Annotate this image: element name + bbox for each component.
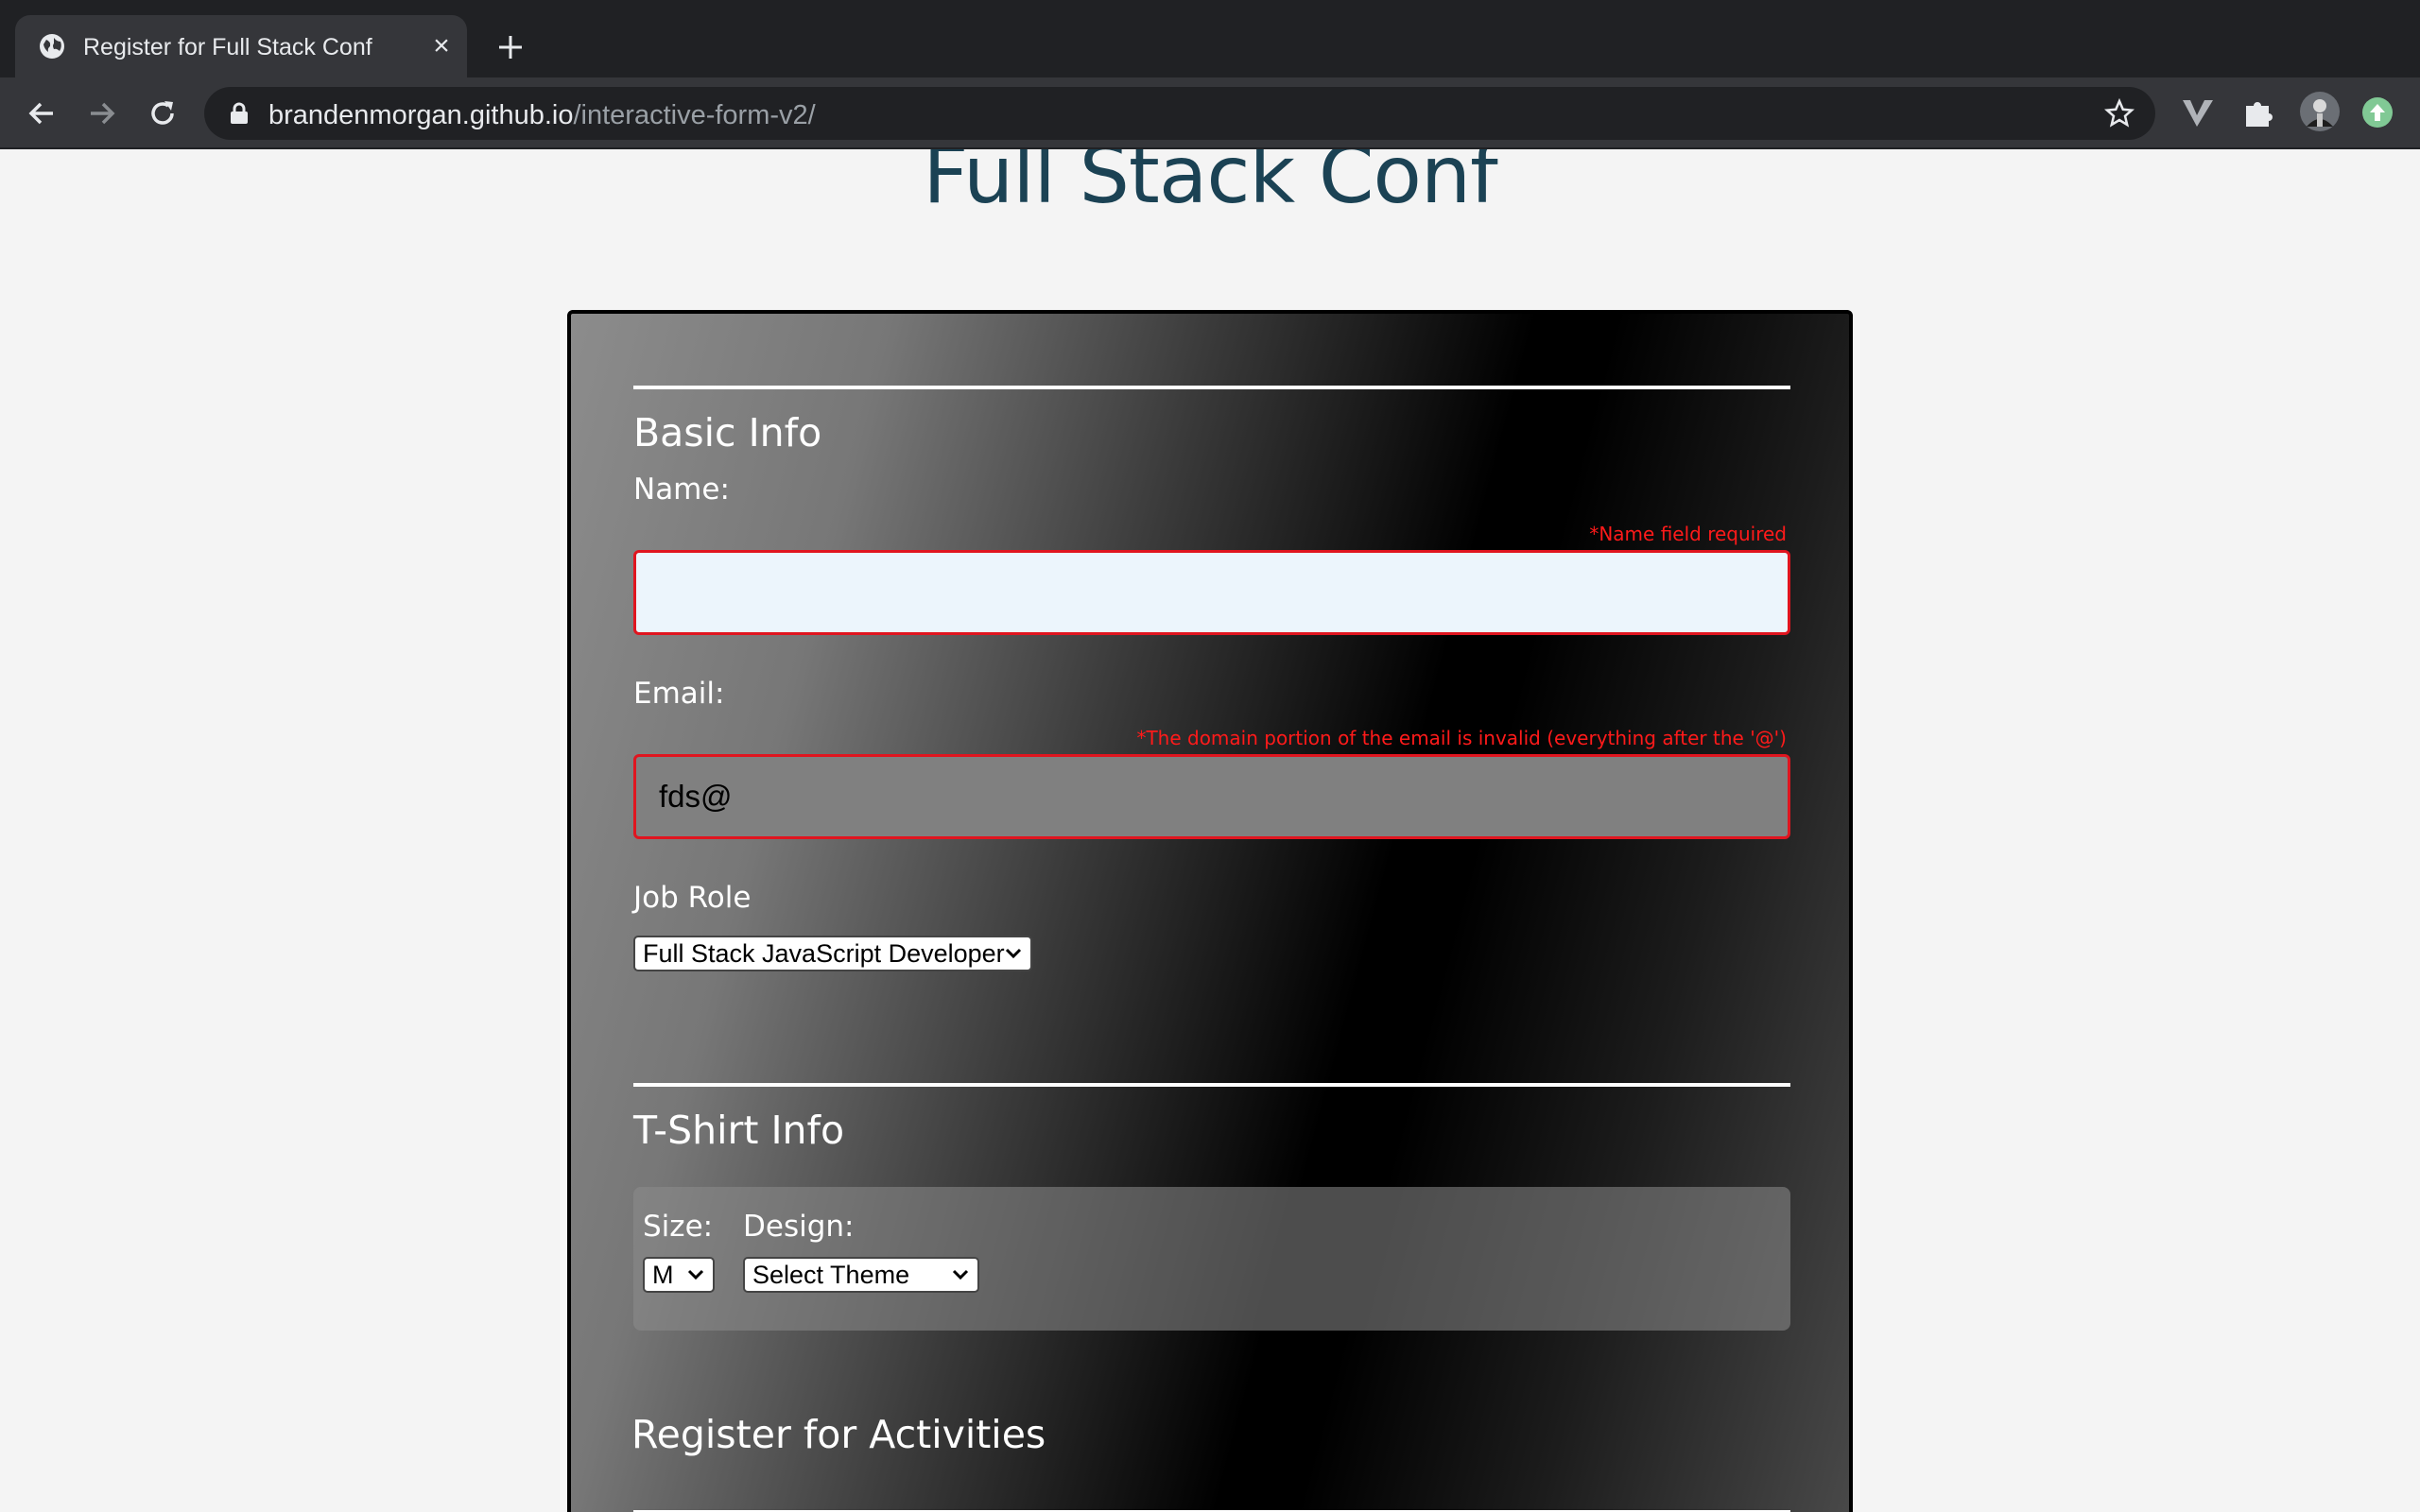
tab-title: Register for Full Stack Conf (83, 34, 372, 60)
tshirt-info-heading: T-Shirt Info (633, 1108, 845, 1153)
close-icon[interactable]: × (427, 32, 456, 60)
design-select[interactable]: Select Theme (743, 1257, 979, 1293)
job-role-select[interactable]: Full Stack JavaScript Developer (633, 936, 1032, 971)
size-selected-value: M (652, 1261, 674, 1289)
registration-form: Basic Info Name: *Name field required Em… (567, 310, 1853, 1512)
browser-tab[interactable]: Register for Full Stack Conf × (15, 15, 467, 77)
name-input[interactable] (633, 550, 1790, 635)
vuetify-icon[interactable] (2180, 94, 2216, 130)
url-path: /interactive-form-v2/ (573, 100, 816, 130)
name-error-message: *Name field required (1589, 523, 1787, 545)
lock-icon (231, 102, 248, 124)
design-label: Design: (743, 1210, 855, 1244)
back-arrow-icon[interactable] (25, 96, 59, 130)
globe-icon (40, 34, 64, 59)
job-role-selected-value: Full Stack JavaScript Developer (643, 939, 1005, 968)
job-role-label: Job Role (633, 881, 752, 915)
browser-tab-bar: Register for Full Stack Conf × (0, 0, 2420, 77)
section-divider (633, 1083, 1790, 1087)
update-icon[interactable] (2361, 96, 2394, 129)
url-text: brandenmorgan.github.io/interactive-form… (268, 100, 816, 131)
chevron-down-icon (687, 1269, 704, 1280)
name-label: Name: (633, 472, 730, 507)
puzzle-icon[interactable] (2240, 94, 2276, 130)
chevron-down-icon (952, 1269, 969, 1280)
star-icon[interactable] (2104, 98, 2135, 129)
forward-arrow-icon[interactable] (85, 96, 119, 130)
email-label: Email: (633, 677, 725, 711)
avatar[interactable] (2299, 91, 2341, 132)
reload-icon[interactable] (146, 96, 180, 130)
size-select[interactable]: M (643, 1257, 715, 1293)
page-viewport: Full Stack Conf Basic Info Name: *Name f… (0, 149, 2420, 1512)
activities-heading: Register for Activities (631, 1412, 1046, 1457)
email-error-message: *The domain portion of the email is inva… (1136, 727, 1787, 749)
url-host: brandenmorgan.github.io (268, 100, 574, 130)
basic-info-heading: Basic Info (633, 410, 822, 455)
plus-icon[interactable] (492, 28, 529, 66)
chevron-down-icon (1005, 948, 1022, 959)
tshirt-options-panel: Size: Design: M Select Theme (633, 1187, 1790, 1331)
section-divider (633, 386, 1790, 389)
design-selected-value: Select Theme (752, 1261, 910, 1289)
browser-toolbar: brandenmorgan.github.io/interactive-form… (0, 77, 2420, 149)
address-bar[interactable]: brandenmorgan.github.io/interactive-form… (204, 87, 2155, 140)
page-title: Full Stack Conf (923, 149, 1497, 221)
size-label: Size: (643, 1210, 714, 1244)
email-input[interactable] (633, 754, 1790, 839)
